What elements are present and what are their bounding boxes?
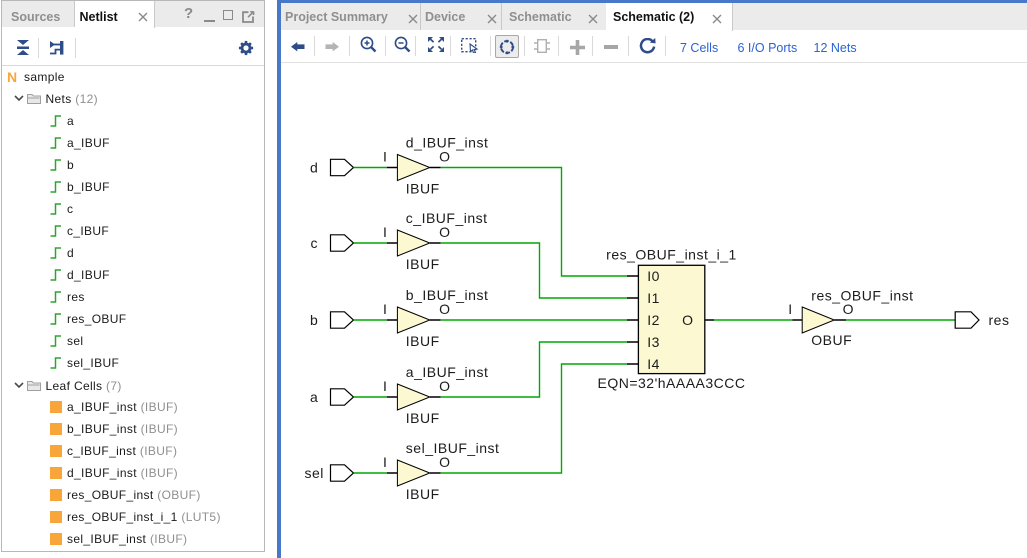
svg-text:d: d <box>310 160 318 176</box>
svg-text:I0: I0 <box>647 268 660 284</box>
svg-text:res_OBUF_inst_i_1: res_OBUF_inst_i_1 <box>606 247 737 263</box>
svg-text:O: O <box>439 149 450 165</box>
svg-text:OBUF: OBUF <box>811 332 852 348</box>
svg-text:EQN=32'hAAAA3CCC: EQN=32'hAAAA3CCC <box>597 375 745 391</box>
svg-text:I3: I3 <box>647 334 660 350</box>
svg-text:O: O <box>439 454 450 470</box>
svg-text:IBUF: IBUF <box>406 181 440 197</box>
svg-text:IBUF: IBUF <box>406 333 440 349</box>
svg-text:I4: I4 <box>647 356 660 372</box>
svg-text:I1: I1 <box>647 290 660 306</box>
svg-text:a: a <box>310 389 318 405</box>
svg-text:I: I <box>383 149 387 165</box>
svg-text:b_IBUF_inst: b_IBUF_inst <box>406 287 489 303</box>
svg-text:c: c <box>310 235 318 251</box>
svg-text:O: O <box>439 301 450 317</box>
svg-text:b: b <box>310 312 318 328</box>
svg-text:I: I <box>383 454 387 470</box>
svg-text:sel_IBUF_inst: sel_IBUF_inst <box>406 440 500 456</box>
svg-text:IBUF: IBUF <box>406 256 440 272</box>
svg-text:O: O <box>439 224 450 240</box>
svg-text:a_IBUF_inst: a_IBUF_inst <box>406 364 489 380</box>
svg-text:IBUF: IBUF <box>406 410 440 426</box>
svg-text:sel: sel <box>304 465 323 481</box>
svg-text:I2: I2 <box>647 312 660 328</box>
svg-text:c_IBUF_inst: c_IBUF_inst <box>406 210 488 226</box>
svg-text:O: O <box>439 378 450 394</box>
svg-text:I: I <box>383 224 387 240</box>
svg-text:I: I <box>383 301 387 317</box>
svg-text:res_OBUF_inst: res_OBUF_inst <box>811 288 913 304</box>
svg-text:O: O <box>682 312 693 328</box>
svg-text:d_IBUF_inst: d_IBUF_inst <box>406 135 489 151</box>
svg-text:I: I <box>383 378 387 394</box>
svg-text:IBUF: IBUF <box>406 486 440 502</box>
svg-text:I: I <box>788 301 792 317</box>
svg-text:res: res <box>989 312 1010 328</box>
